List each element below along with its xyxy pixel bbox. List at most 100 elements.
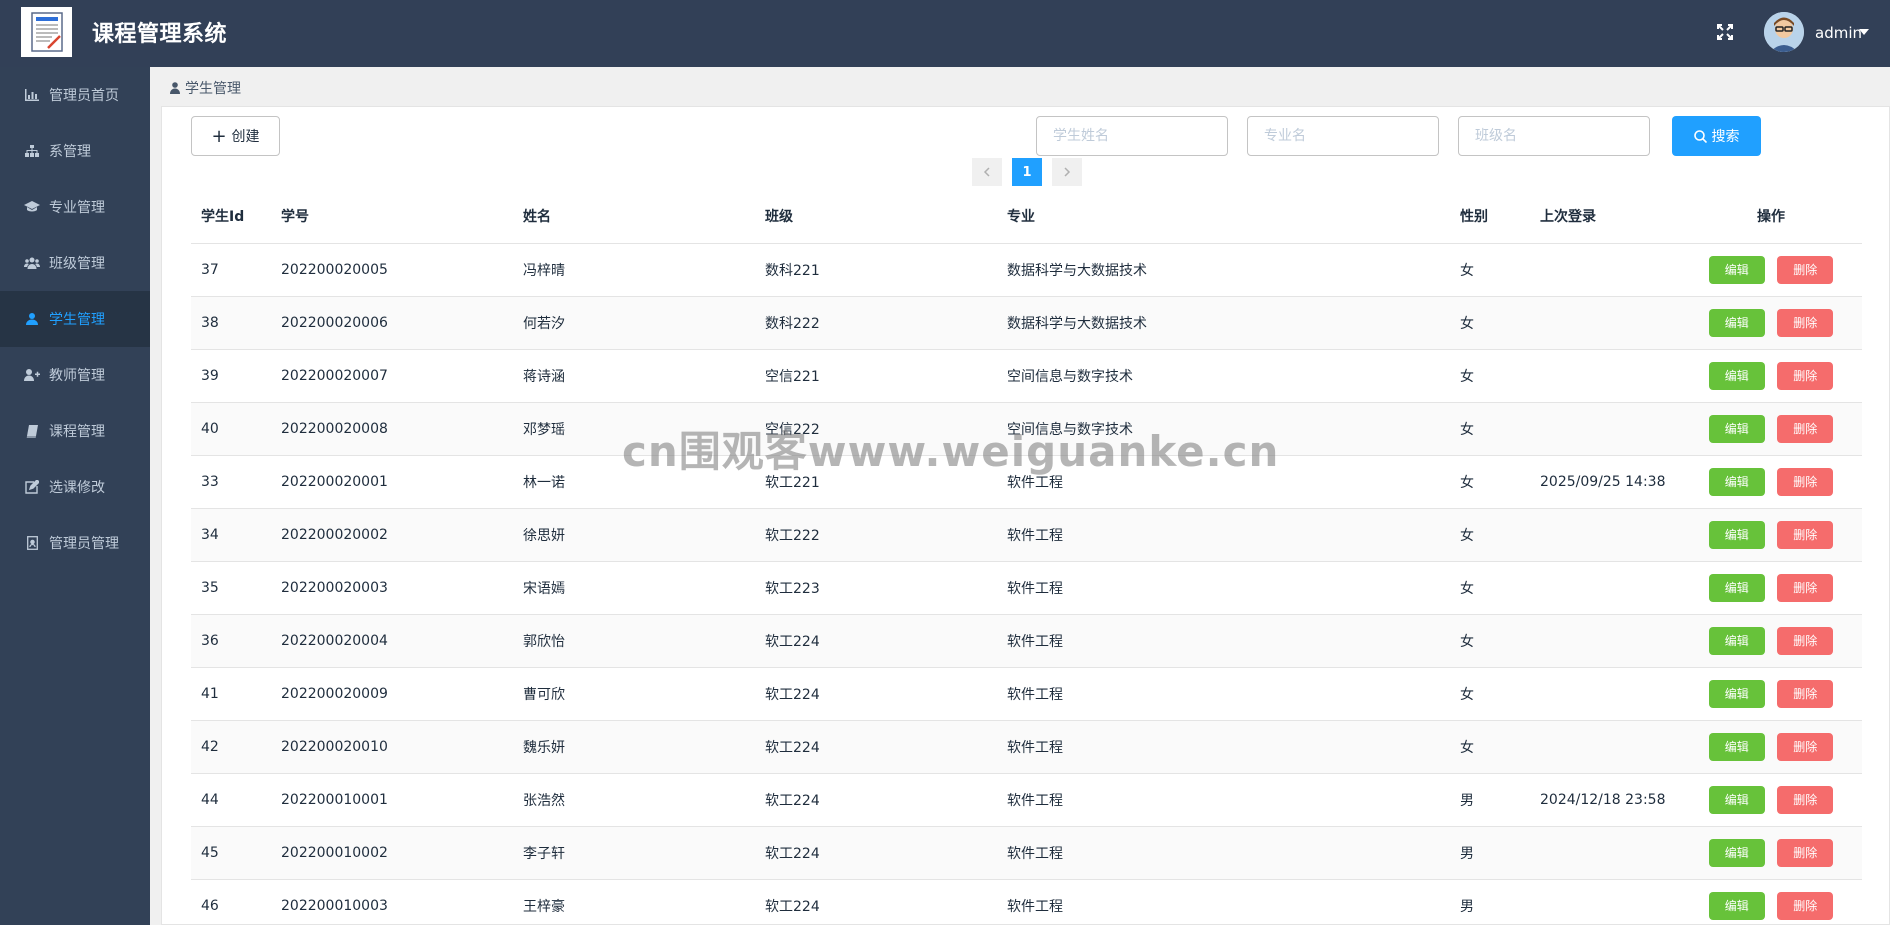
pagination: 1 — [972, 158, 1082, 186]
delete-button[interactable]: 删除 — [1777, 573, 1834, 602]
group-icon — [24, 255, 40, 271]
class-input[interactable] — [1458, 116, 1650, 156]
delete-button[interactable]: 删除 — [1777, 255, 1834, 284]
student-panel: + 创建 搜索 1 学生Id 学号 — [161, 106, 1890, 925]
sidebar-item-enrollment-edit[interactable]: 选课修改 — [0, 459, 150, 515]
user-name[interactable]: admin — [1815, 24, 1862, 42]
cell-gender: 女 — [1450, 614, 1530, 668]
edit-button[interactable]: 编辑 — [1708, 573, 1765, 602]
delete-button[interactable]: 删除 — [1777, 626, 1834, 655]
table-row: 40 202200020008 邓梦瑶 空信222 空间信息与数字技术 女 编辑… — [191, 402, 1862, 456]
delete-button[interactable]: 删除 — [1777, 308, 1834, 337]
edit-button[interactable]: 编辑 — [1708, 467, 1765, 496]
cell-name: 徐思妍 — [513, 508, 755, 562]
delete-button[interactable]: 删除 — [1777, 679, 1834, 708]
page-number[interactable]: 1 — [1012, 158, 1042, 186]
cell-gender: 女 — [1450, 561, 1530, 615]
sidebar-item-department[interactable]: 系管理 — [0, 123, 150, 179]
table-row: 35 202200020003 宋语嫣 软工223 软件工程 女 编辑 删除 — [191, 561, 1862, 615]
sidebar-item-class[interactable]: 班级管理 — [0, 235, 150, 291]
cell-last-login — [1530, 879, 1680, 925]
cell-last-login: 2024/12/18 23:58 — [1530, 773, 1680, 827]
caret-down-icon[interactable] — [1859, 29, 1869, 35]
cell-class: 软工224 — [755, 720, 997, 774]
cell-id: 39 — [191, 349, 271, 403]
edit-button[interactable]: 编辑 — [1708, 626, 1765, 655]
sidebar-item-label: 选课修改 — [49, 480, 105, 496]
cell-gender: 女 — [1450, 243, 1530, 297]
cell-ops: 编辑 删除 — [1680, 402, 1862, 456]
delete-button[interactable]: 删除 — [1777, 467, 1834, 496]
cell-gender: 女 — [1450, 508, 1530, 562]
user-icon — [170, 82, 180, 94]
delete-button[interactable]: 删除 — [1777, 520, 1834, 549]
main-content: 学生管理 + 创建 搜索 1 学生Id — [150, 67, 1890, 925]
table-row: 42 202200020010 魏乐妍 软工224 软件工程 女 编辑 删除 — [191, 720, 1862, 774]
app-title: 课程管理系统 — [92, 22, 228, 47]
sidebar-item-student[interactable]: 学生管理 — [0, 291, 150, 347]
cell-class: 数科222 — [755, 296, 997, 350]
cell-last-login — [1530, 561, 1680, 615]
cell-gender: 男 — [1450, 826, 1530, 880]
edit-button[interactable]: 编辑 — [1708, 838, 1765, 867]
cell-ops: 编辑 删除 — [1680, 826, 1862, 880]
edit-button[interactable]: 编辑 — [1708, 679, 1765, 708]
delete-button[interactable]: 删除 — [1777, 361, 1834, 390]
col-header-ops: 操作 — [1680, 189, 1862, 244]
user-avatar[interactable] — [1764, 12, 1804, 52]
major-input[interactable] — [1247, 116, 1439, 156]
table-row: 38 202200020006 何若汐 数科222 数据科学与大数据技术 女 编… — [191, 296, 1862, 350]
cell-no: 202200020004 — [271, 614, 513, 668]
next-page-button[interactable] — [1052, 158, 1082, 186]
cell-id: 37 — [191, 243, 271, 297]
cell-last-login — [1530, 402, 1680, 456]
edit-button[interactable]: 编辑 — [1708, 520, 1765, 549]
sidebar-item-teacher[interactable]: 教师管理 — [0, 347, 150, 403]
edit-button[interactable]: 编辑 — [1708, 732, 1765, 761]
edit-button[interactable]: 编辑 — [1708, 891, 1765, 920]
cell-ops: 编辑 删除 — [1680, 508, 1862, 562]
prev-page-button[interactable] — [972, 158, 1002, 186]
search-button-label: 搜索 — [1711, 129, 1740, 145]
cell-last-login — [1530, 614, 1680, 668]
cell-name: 何若汐 — [513, 296, 755, 350]
cell-major: 软件工程 — [997, 455, 1450, 509]
document-logo-icon — [30, 12, 63, 52]
sidebar-item-major[interactable]: 专业管理 — [0, 179, 150, 235]
edit-button[interactable]: 编辑 — [1708, 255, 1765, 284]
edit-button[interactable]: 编辑 — [1708, 308, 1765, 337]
cell-last-login — [1530, 349, 1680, 403]
sidebar-item-admin-home[interactable]: 管理员首页 — [0, 67, 150, 123]
cell-no: 202200020005 — [271, 243, 513, 297]
cell-major: 数据科学与大数据技术 — [997, 296, 1450, 350]
fullscreen-icon[interactable] — [1712, 19, 1738, 45]
cell-last-login — [1530, 508, 1680, 562]
cell-major: 软件工程 — [997, 561, 1450, 615]
edit-button[interactable]: 编辑 — [1708, 414, 1765, 443]
cell-no: 202200020001 — [271, 455, 513, 509]
sidebar-item-admin[interactable]: 管理员管理 — [0, 515, 150, 571]
student-name-input[interactable] — [1036, 116, 1228, 156]
table-row: 34 202200020002 徐思妍 软工222 软件工程 女 编辑 删除 — [191, 508, 1862, 562]
cell-major: 空间信息与数字技术 — [997, 349, 1450, 403]
cell-last-login — [1530, 720, 1680, 774]
cell-class: 软工224 — [755, 614, 997, 668]
cell-no: 202200020006 — [271, 296, 513, 350]
cell-major: 软件工程 — [997, 667, 1450, 721]
delete-button[interactable]: 删除 — [1777, 785, 1834, 814]
edit-button[interactable]: 编辑 — [1708, 785, 1765, 814]
table-row: 39 202200020007 蒋诗涵 空信221 空间信息与数字技术 女 编辑… — [191, 349, 1862, 403]
search-button[interactable]: 搜索 — [1672, 116, 1761, 156]
badge-icon — [24, 535, 40, 551]
sidebar-item-label: 系管理 — [49, 144, 91, 160]
cell-gender: 男 — [1450, 879, 1530, 925]
sidebar-item-course[interactable]: 课程管理 — [0, 403, 150, 459]
top-header: 课程管理系统 admin — [0, 0, 1890, 67]
delete-button[interactable]: 删除 — [1777, 732, 1834, 761]
delete-button[interactable]: 删除 — [1777, 891, 1834, 920]
create-button[interactable]: + 创建 — [191, 116, 280, 156]
edit-button[interactable]: 编辑 — [1708, 361, 1765, 390]
cell-no: 202200020010 — [271, 720, 513, 774]
delete-button[interactable]: 删除 — [1777, 838, 1834, 867]
delete-button[interactable]: 删除 — [1777, 414, 1834, 443]
